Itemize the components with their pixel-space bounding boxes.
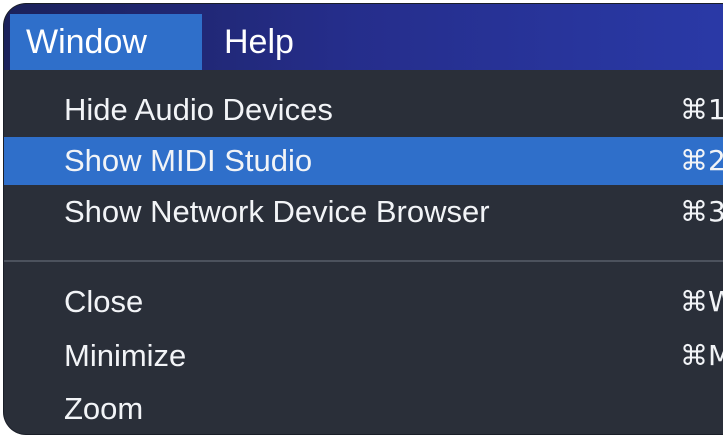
menubar-item-window-label: Window <box>26 23 147 61</box>
menu-item-close[interactable]: Close ⌘W <box>4 278 723 326</box>
menu-item-shortcut: ⌘W <box>680 285 723 318</box>
menu-item-label: Hide Audio Devices <box>64 92 333 127</box>
menu-item-shortcut: ⌘M <box>680 339 723 372</box>
menu-item-label: Show MIDI Studio <box>64 143 313 178</box>
menu-item-show-midi-studio[interactable]: Show MIDI Studio ⌘2 <box>4 137 723 185</box>
menu-item-label: Show Network Device Browser <box>64 194 490 229</box>
menu-item-shortcut: ⌘3 <box>680 195 723 228</box>
window-dropdown-menu: Hide Audio Devices ⌘1 Show MIDI Studio ⌘… <box>4 70 723 434</box>
menu-item-label: Minimize <box>64 338 187 373</box>
menu-window: Window Help Hide Audio Devices ⌘1 Show M… <box>4 4 723 434</box>
menu-item-minimize[interactable]: Minimize ⌘M <box>4 332 723 380</box>
menubar-item-help[interactable]: Help <box>218 14 294 70</box>
menu-item-label: Zoom <box>64 391 144 426</box>
menu-item-shortcut: ⌘1 <box>680 93 723 126</box>
menu-separator <box>4 260 723 262</box>
menu-item-zoom[interactable]: Zoom <box>4 385 723 433</box>
menu-item-hide-audio-devices[interactable]: Hide Audio Devices ⌘1 <box>4 86 723 134</box>
menubar-item-help-label: Help <box>224 23 294 61</box>
menu-item-shortcut: ⌘2 <box>680 144 723 177</box>
menubar-item-window[interactable]: Window <box>10 14 202 70</box>
menu-item-label: Close <box>64 284 144 319</box>
menu-bar: Window Help <box>4 4 723 70</box>
menu-item-show-network-device-browser[interactable]: Show Network Device Browser ⌘3 <box>4 188 723 236</box>
